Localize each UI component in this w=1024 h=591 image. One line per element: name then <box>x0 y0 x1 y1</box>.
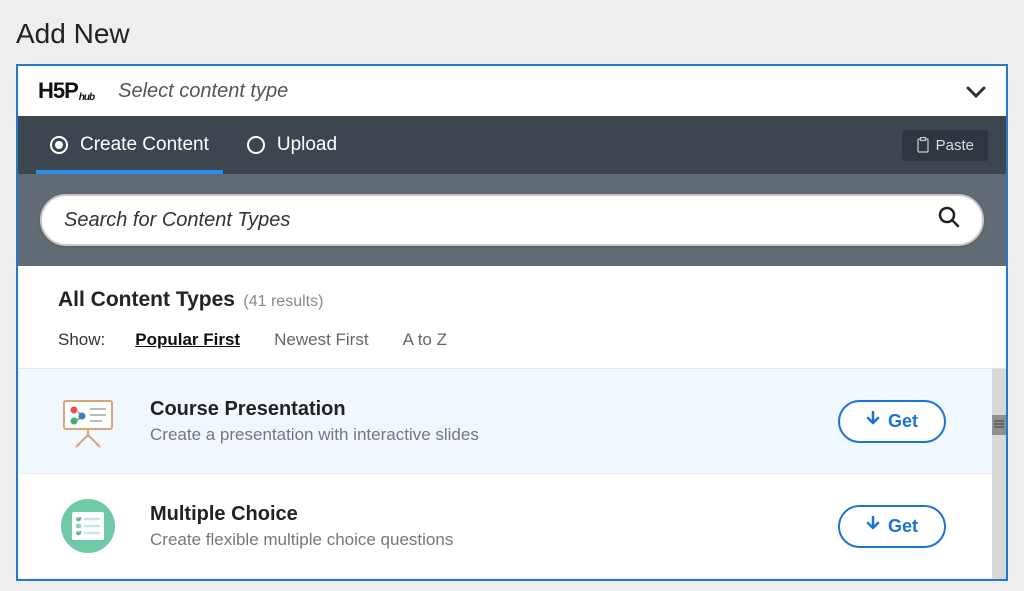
tab-create-content[interactable]: Create Content <box>36 116 223 174</box>
tab-bar: Create Content Upload Paste <box>18 116 1006 174</box>
results-count: (41 results) <box>243 293 323 310</box>
tab-upload-label: Upload <box>277 134 337 156</box>
list-item-desc: Create flexible multiple choice question… <box>150 530 838 550</box>
page-title: Add New <box>0 0 1024 64</box>
get-label: Get <box>888 516 918 537</box>
hub-container: H5Phub Select content type Create Conten… <box>16 64 1008 581</box>
content-type-list: Course Presentation Create a presentatio… <box>18 368 1006 579</box>
show-label: Show: <box>58 330 105 350</box>
search-input[interactable] <box>64 209 938 232</box>
scrollbar-thumb[interactable] <box>992 415 1006 435</box>
scrollbar-track[interactable] <box>992 369 1006 579</box>
sort-popular-first[interactable]: Popular First <box>135 330 240 350</box>
paste-label: Paste <box>936 137 974 154</box>
tab-upload[interactable]: Upload <box>233 116 351 174</box>
sort-row: Show: Popular First Newest First A to Z <box>58 330 966 350</box>
list-item-text: Multiple Choice Create flexible multiple… <box>150 503 838 550</box>
tab-create-label: Create Content <box>80 134 209 156</box>
hub-header[interactable]: H5Phub Select content type <box>18 66 1006 116</box>
sort-a-to-z[interactable]: A to Z <box>403 330 447 350</box>
sort-newest-first[interactable]: Newest First <box>274 330 368 350</box>
multiple-choice-icon <box>58 496 118 556</box>
h5p-logo-sub: hub <box>79 92 94 103</box>
list-item-desc: Create a presentation with interactive s… <box>150 425 838 445</box>
search-bar-wrap <box>18 174 1006 266</box>
list-item-text: Course Presentation Create a presentatio… <box>150 398 838 445</box>
h5p-logo-text: H5P <box>38 78 78 104</box>
radio-unselected-icon <box>247 136 265 154</box>
list-item[interactable]: Multiple Choice Create flexible multiple… <box>18 474 1006 579</box>
clipboard-icon <box>916 137 930 153</box>
list-item[interactable]: Course Presentation Create a presentatio… <box>18 369 1006 474</box>
results-title: All Content Types <box>58 288 235 311</box>
scrollbar-grip-icon <box>994 420 1004 422</box>
radio-selected-icon <box>50 136 68 154</box>
get-label: Get <box>888 411 918 432</box>
get-button[interactable]: Get <box>838 505 946 548</box>
chevron-down-icon <box>966 78 986 104</box>
search-bar[interactable] <box>40 194 984 246</box>
download-icon <box>866 516 880 537</box>
get-button[interactable]: Get <box>838 400 946 443</box>
course-presentation-icon <box>58 391 118 451</box>
results-header: All Content Types (41 results) Show: Pop… <box>18 266 1006 368</box>
select-content-type-label: Select content type <box>118 80 966 103</box>
paste-button[interactable]: Paste <box>902 130 988 161</box>
search-icon[interactable] <box>938 206 960 234</box>
list-item-title: Course Presentation <box>150 398 838 421</box>
h5p-logo: H5Phub <box>38 78 94 104</box>
download-icon <box>866 411 880 432</box>
list-item-title: Multiple Choice <box>150 503 838 526</box>
